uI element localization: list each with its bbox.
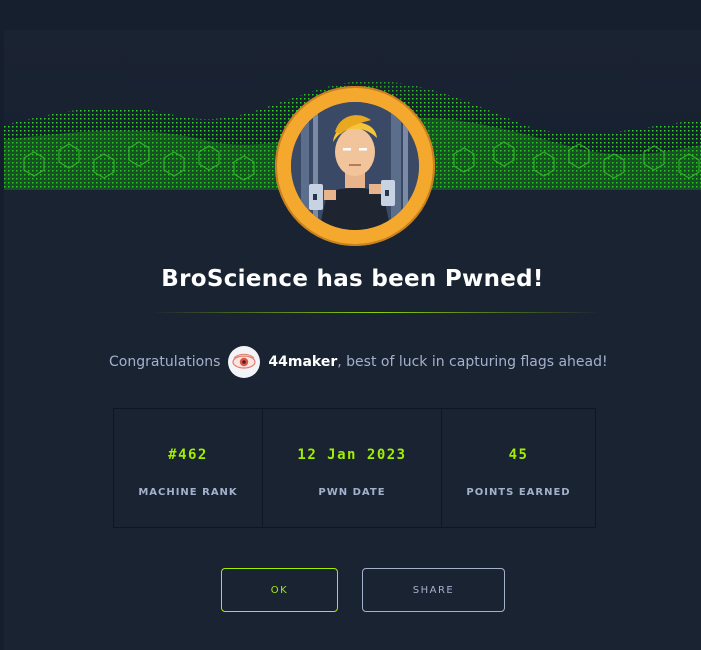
stat-points-earned: 45 POINTS EARNED — [442, 409, 595, 527]
congrats-prefix: Congratulations — [109, 354, 221, 370]
stat-value: 12 Jan 2023 — [297, 447, 407, 463]
machine-avatar-icon — [291, 102, 419, 230]
congrats-suffix: , best of luck in capturing flags ahead! — [337, 354, 608, 370]
stat-label: PWN DATE — [318, 487, 386, 498]
stats-panel: #462 MACHINE RANK 12 Jan 2023 PWN DATE 4… — [113, 408, 596, 528]
page-title: BroScience has been Pwned! — [161, 266, 544, 292]
page-backdrop: BroScience has been Pwned! Congratulatio… — [0, 0, 701, 650]
title-divider — [151, 312, 601, 313]
congrats-message: Congratulations 44maker , best of luck i… — [109, 344, 608, 380]
share-button[interactable]: SHARE — [362, 568, 505, 612]
stat-label: POINTS EARNED — [466, 487, 571, 498]
stat-label: MACHINE RANK — [138, 487, 238, 498]
username-link[interactable]: 44maker — [268, 354, 337, 370]
machine-avatar-frame — [275, 86, 435, 246]
user-avatar-icon[interactable] — [228, 346, 261, 378]
stat-value: #462 — [168, 447, 208, 463]
stat-value: 45 — [508, 447, 529, 463]
ok-button[interactable]: OK — [221, 568, 338, 612]
stat-pwn-date: 12 Jan 2023 PWN DATE — [263, 409, 442, 527]
pwned-modal: BroScience has been Pwned! Congratulatio… — [4, 30, 701, 650]
stat-machine-rank: #462 MACHINE RANK — [114, 409, 263, 527]
